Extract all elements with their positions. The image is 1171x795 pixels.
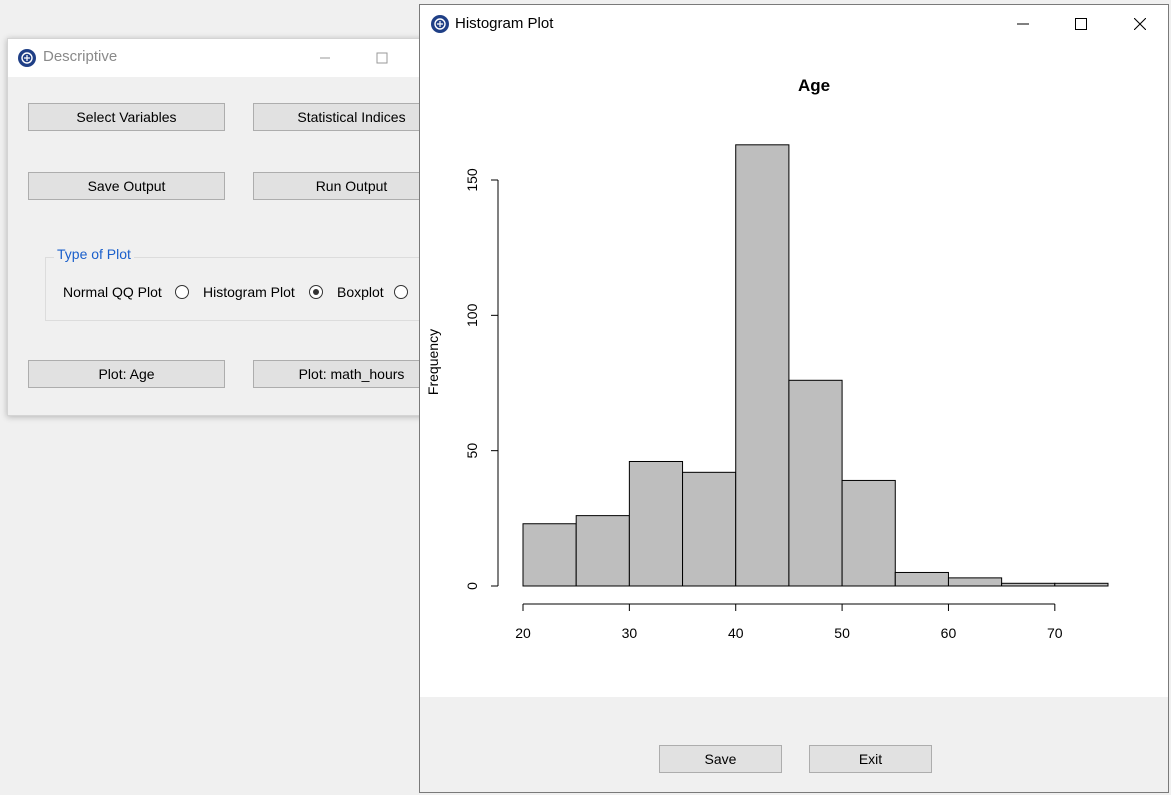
histogram-bar	[1001, 582, 1056, 587]
descriptive-window: Descriptive Select Variables Statistical…	[7, 38, 450, 416]
x-tick-label: 30	[622, 625, 638, 641]
app-icon	[18, 49, 36, 67]
histogram-bar	[575, 515, 630, 587]
minimize-button[interactable]	[302, 39, 348, 77]
save-button[interactable]: Save	[659, 745, 782, 773]
minimize-icon	[1017, 23, 1029, 25]
plot-type-group-title: Type of Plot	[54, 246, 134, 262]
app-icon	[431, 15, 449, 33]
histogram-chart: Age Frequency 20 30 40 50 60 70 0 50 100 150	[425, 76, 1109, 641]
normal-qq-plot-label[interactable]: Normal QQ Plot	[63, 284, 162, 300]
y-axis-label: Frequency	[425, 329, 441, 395]
normal-qq-plot-radio[interactable]	[175, 285, 189, 299]
histogram-plot-radio[interactable]	[309, 285, 323, 299]
histogram-bar	[735, 144, 790, 587]
x-tick-label: 40	[728, 625, 744, 641]
plot-age-button[interactable]: Plot: Age	[28, 360, 225, 388]
histogram-bar	[894, 571, 949, 587]
histogram-bar	[682, 471, 737, 587]
maximize-icon	[1075, 18, 1087, 30]
minimize-button[interactable]	[1000, 5, 1046, 43]
x-tick-label: 60	[941, 625, 957, 641]
histogram-window: Histogram Plot Age Frequency 20 30 40 50 60 7…	[419, 4, 1169, 793]
close-button[interactable]	[1117, 5, 1163, 43]
exit-button[interactable]: Exit	[809, 745, 932, 773]
histogram-bar	[788, 379, 843, 587]
x-tick-label: 20	[515, 625, 531, 641]
close-icon	[1134, 18, 1146, 30]
y-tick-label: 150	[464, 168, 480, 192]
x-tick-label: 50	[834, 625, 850, 641]
maximize-button[interactable]	[359, 39, 405, 77]
chart-title: Age	[798, 76, 830, 95]
histogram-bar	[628, 460, 684, 587]
histogram-plot-label[interactable]: Histogram Plot	[203, 284, 295, 300]
histogram-bar	[947, 577, 1003, 587]
x-tick-label: 70	[1047, 625, 1063, 641]
y-tick-label: 0	[464, 582, 480, 590]
y-tick-label: 50	[464, 443, 480, 459]
boxplot-label[interactable]: Boxplot	[337, 284, 384, 300]
maximize-button[interactable]	[1058, 5, 1104, 43]
descriptive-titlebar[interactable]: Descriptive	[8, 39, 433, 77]
y-tick-label: 100	[464, 303, 480, 327]
histogram-bar	[1054, 582, 1109, 587]
histogram-plot: Age Frequency 20 30 40 50 60 70 0 50 100 150	[420, 44, 1168, 697]
boxplot-radio[interactable]	[394, 285, 408, 299]
window-title: Histogram Plot	[455, 15, 554, 32]
histogram-bar	[841, 479, 896, 587]
select-variables-button[interactable]: Select Variables	[28, 103, 225, 131]
window-title: Descriptive	[43, 48, 118, 65]
histogram-titlebar[interactable]: Histogram Plot	[420, 5, 1168, 44]
save-output-button[interactable]: Save Output	[28, 172, 225, 200]
maximize-icon	[376, 52, 388, 64]
histogram-bar	[522, 523, 577, 587]
minimize-icon	[320, 57, 330, 59]
